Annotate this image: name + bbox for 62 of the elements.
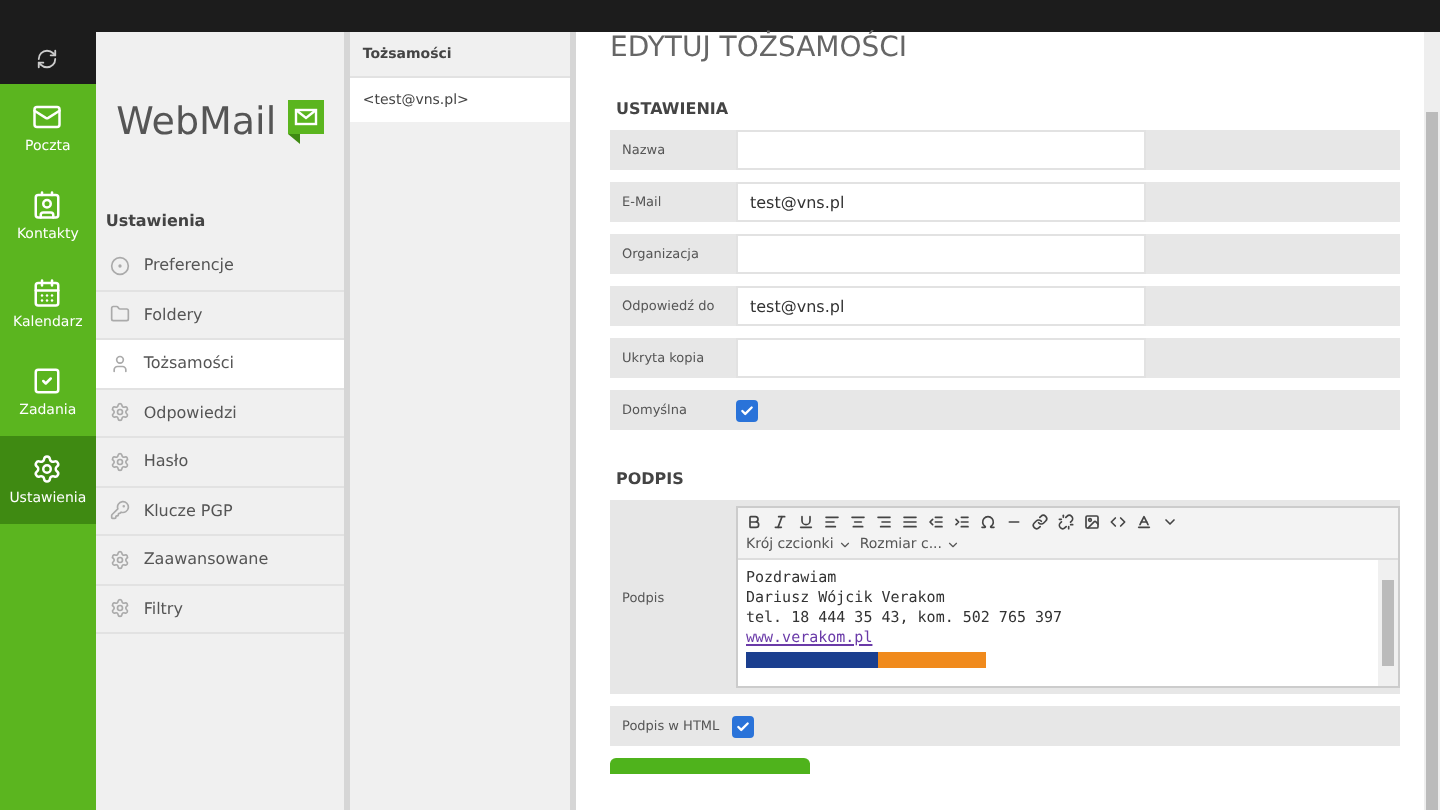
section-title: PODPIS xyxy=(616,470,686,488)
caret-icon xyxy=(837,537,852,551)
settings-icon xyxy=(109,598,130,619)
input-field[interactable]: test@vns.pl xyxy=(736,182,1146,222)
caret-icon[interactable] xyxy=(1162,514,1178,530)
settings-item[interactable]: Preferencje xyxy=(95,242,345,291)
settings-icon xyxy=(32,454,63,484)
settings-label: Hasło xyxy=(143,452,189,471)
caret-icon xyxy=(946,537,960,551)
section-title: Ustawienia xyxy=(103,210,208,234)
settings-item[interactable]: Filtry xyxy=(95,585,345,634)
checkbox-icon xyxy=(32,366,63,396)
envelope-logo-icon xyxy=(288,100,325,144)
link-icon[interactable] xyxy=(1032,514,1048,530)
checkbox[interactable] xyxy=(736,399,758,421)
settings-label: Klucze PGP xyxy=(143,501,233,520)
settings-item[interactable]: Klucze PGP xyxy=(95,487,345,536)
check-icon xyxy=(740,403,754,417)
mail-icon xyxy=(32,102,63,132)
italic-icon[interactable] xyxy=(772,514,788,530)
settings-item[interactable]: Tożsamości xyxy=(95,340,345,389)
unlink-icon[interactable] xyxy=(1058,514,1074,530)
logo-text: WebMail xyxy=(116,100,277,144)
calendar-icon xyxy=(32,278,63,308)
underline-icon[interactable] xyxy=(798,514,814,530)
refresh-icon[interactable] xyxy=(36,47,59,69)
align-center-icon[interactable] xyxy=(850,514,866,530)
indent-icon[interactable] xyxy=(954,514,970,530)
checkbox[interactable] xyxy=(731,715,754,737)
user-icon xyxy=(109,353,130,374)
contact-card-icon xyxy=(32,190,63,220)
settings-icon xyxy=(109,451,130,472)
settings-label: Zaawansowane xyxy=(143,550,269,569)
settings-icon xyxy=(109,402,130,423)
check-icon xyxy=(735,719,750,733)
omega-icon[interactable] xyxy=(980,514,996,530)
code-icon[interactable] xyxy=(1110,514,1126,530)
align-left-icon[interactable] xyxy=(824,514,840,530)
input-field[interactable] xyxy=(736,234,1146,274)
align-right-icon[interactable] xyxy=(876,514,892,530)
radio-icon xyxy=(109,255,130,276)
outdent-icon[interactable] xyxy=(928,514,944,530)
key-icon xyxy=(109,500,130,521)
settings-icon xyxy=(109,549,130,570)
section-title: USTAWIENIA xyxy=(616,100,731,118)
input-field[interactable] xyxy=(736,338,1146,378)
settings-item[interactable]: Odpowiedzi xyxy=(95,389,345,438)
bold-icon[interactable] xyxy=(746,514,762,530)
folder-icon xyxy=(109,304,130,325)
settings-label: Foldery xyxy=(143,305,203,324)
settings-item[interactable]: Zaawansowane xyxy=(95,536,345,585)
settings-label: Preferencje xyxy=(143,256,234,275)
settings-label: Tożsamości xyxy=(143,354,234,373)
settings-label: Odpowiedzi xyxy=(143,403,237,422)
settings-label: Filtry xyxy=(143,599,183,618)
settings-item[interactable]: Hasło xyxy=(95,438,345,487)
input-field[interactable]: test@vns.pl xyxy=(736,286,1146,326)
page-title: EDYTUJ TOŻSAMOŚCI xyxy=(610,32,910,68)
image-icon[interactable] xyxy=(1084,514,1100,530)
align-justify-icon[interactable] xyxy=(902,514,918,530)
input-field[interactable] xyxy=(736,130,1146,170)
text-color-icon[interactable] xyxy=(1136,514,1152,530)
